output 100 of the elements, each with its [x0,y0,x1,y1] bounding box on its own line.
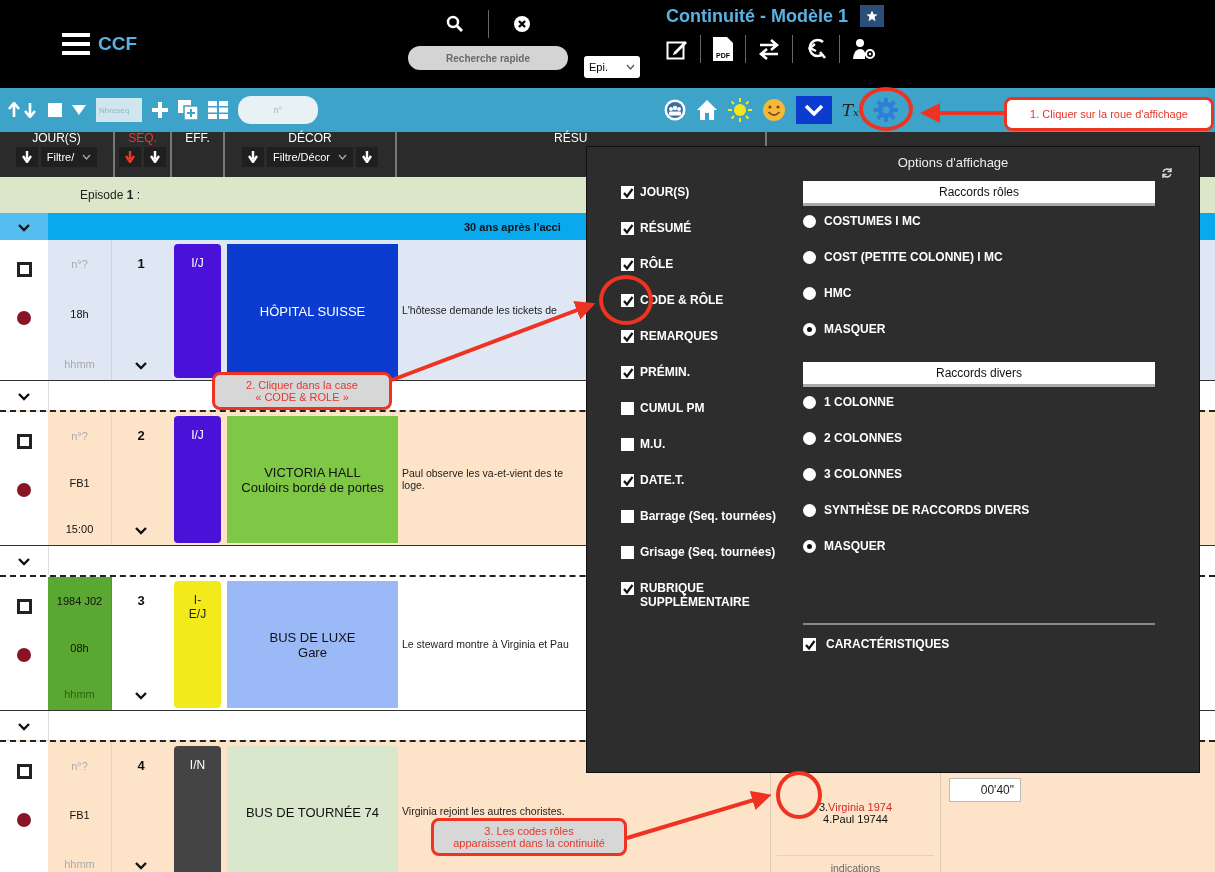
select-all-checkbox[interactable] [48,103,62,117]
count-field[interactable]: Nbreseq [96,98,142,122]
checkbox[interactable] [621,582,634,595]
section-title: 30 ans après l'acci [464,220,561,233]
filter-select[interactable]: Filtre/Décor [267,147,353,167]
option-label: RÔLE [640,257,674,271]
checkbox[interactable] [621,222,634,235]
radio-button[interactable] [803,539,816,553]
callout: 1. Cliquer sur la roue d'affichage [1004,97,1214,131]
group-icon[interactable] [663,99,686,121]
effect-tag: I/N [174,746,221,872]
clear-icon[interactable] [512,15,531,33]
scene-summary: L'hôtesse demande les tickets de [402,304,557,316]
chevron-down-icon[interactable] [134,860,148,870]
menu-icon[interactable] [62,33,90,55]
smiley-icon[interactable] [761,98,786,122]
radio-button[interactable] [803,322,816,336]
chevron-down-icon[interactable] [17,555,31,566]
checkbox[interactable] [621,330,634,343]
role-code: 4.Paul 19744 [822,813,889,825]
callout: 2. Cliquer dans la case « CODE & ROLE » [212,372,392,410]
chevron-down-icon[interactable] [134,360,148,370]
row-checkbox[interactable] [16,262,32,277]
option-label: DATE.T. [640,473,685,487]
option-label: REMARQUES [640,329,718,343]
caret-down-icon[interactable] [72,105,86,115]
row-checkbox[interactable] [16,764,32,779]
status-dot-icon [17,311,31,325]
checkbox[interactable] [621,438,634,451]
checkbox[interactable] [621,402,634,415]
check-icon [621,330,634,343]
refresh-icon[interactable] [1161,167,1173,179]
option-label: RUBRIQUE SUPPLÉMENTAIRE [640,581,751,609]
option-label: CUMUL PM [640,401,705,415]
status-dot-icon [17,648,31,662]
radio-button[interactable] [803,467,816,481]
option-label: CARACTÉRISTIQUES [826,637,950,651]
hour-field[interactable]: 15:00 [65,523,94,535]
user-settings-icon[interactable] [852,38,876,60]
day-time: FB1 [69,809,90,821]
radio-button[interactable] [803,503,816,517]
home-icon[interactable] [695,99,718,121]
swap-arrows-icon[interactable] [758,38,780,60]
plus-icon[interactable] [152,102,168,118]
check-icon [621,294,634,307]
radio-button[interactable] [803,431,816,445]
radio-button[interactable] [803,286,816,300]
option-label: HMC [824,286,852,300]
star-icon [866,10,878,22]
chevron-down-icon[interactable] [17,221,31,232]
chevron-down-icon [82,154,92,160]
radio-button[interactable] [803,395,816,409]
checkbox[interactable] [803,638,816,651]
premin-time: 00'40" [949,778,1021,802]
option-label: Grisage (Seq. tournées) [640,545,776,559]
collapse-button[interactable] [795,96,832,124]
search-field[interactable]: Recherche rapide [408,46,568,70]
checkbox[interactable] [621,474,634,487]
effect-tag: I- E/J [174,581,221,708]
option-label: COST (PETITE COLONNE) I MC [824,250,1003,264]
favorite-button[interactable] [860,5,884,27]
row-checkbox[interactable] [16,599,32,614]
chevron-down-icon[interactable] [134,690,148,700]
scene-summary: Virginia rejoint les autres choristes. [402,805,565,817]
grid-icon[interactable] [208,101,228,119]
set-name: BUS DE TOURNÉE 74 [227,746,398,872]
radio-button[interactable] [803,250,816,264]
search-icon[interactable] [445,15,464,33]
sequence-number: 3 [137,593,145,608]
chevron-down-icon[interactable] [17,390,31,401]
checkbox[interactable] [621,294,634,307]
episode-select[interactable]: Epi. [584,56,640,78]
option-label: JOUR(S) [640,185,690,199]
sequence-number: 1 [137,256,145,271]
checkbox[interactable] [621,366,634,379]
checkbox[interactable] [621,546,634,559]
filter-select[interactable]: Filtre/ [40,147,98,167]
check-icon [621,258,634,271]
up-down-arrows-icon[interactable] [8,102,38,118]
column-header: DÉCOR [288,132,332,145]
effect-tag: I/J [174,416,221,543]
radio-button[interactable] [803,214,816,228]
option-label: MASQUER [824,539,886,553]
clear-format-button[interactable]: Tₓ [841,100,859,120]
option-label: SYNTHÈSE DE RACCORDS DIVERS [824,503,1030,517]
highlight-circle [859,87,913,131]
duplicate-icon[interactable] [178,100,198,120]
checkbox[interactable] [621,186,634,199]
edit-icon[interactable] [666,38,688,60]
role-note: indications [777,855,934,872]
row-checkbox[interactable] [16,434,32,449]
chevron-down-icon[interactable] [17,720,31,731]
chevron-down-icon[interactable] [134,525,148,535]
checkbox[interactable] [621,258,634,271]
option-label: 2 COLONNES [824,431,902,445]
status-dot-icon [17,483,31,497]
checkbox[interactable] [621,510,634,523]
document-title: Continuité - Modèle 1 [666,5,848,27]
column-header: SÉQ. [128,132,157,145]
check-icon [621,222,634,235]
